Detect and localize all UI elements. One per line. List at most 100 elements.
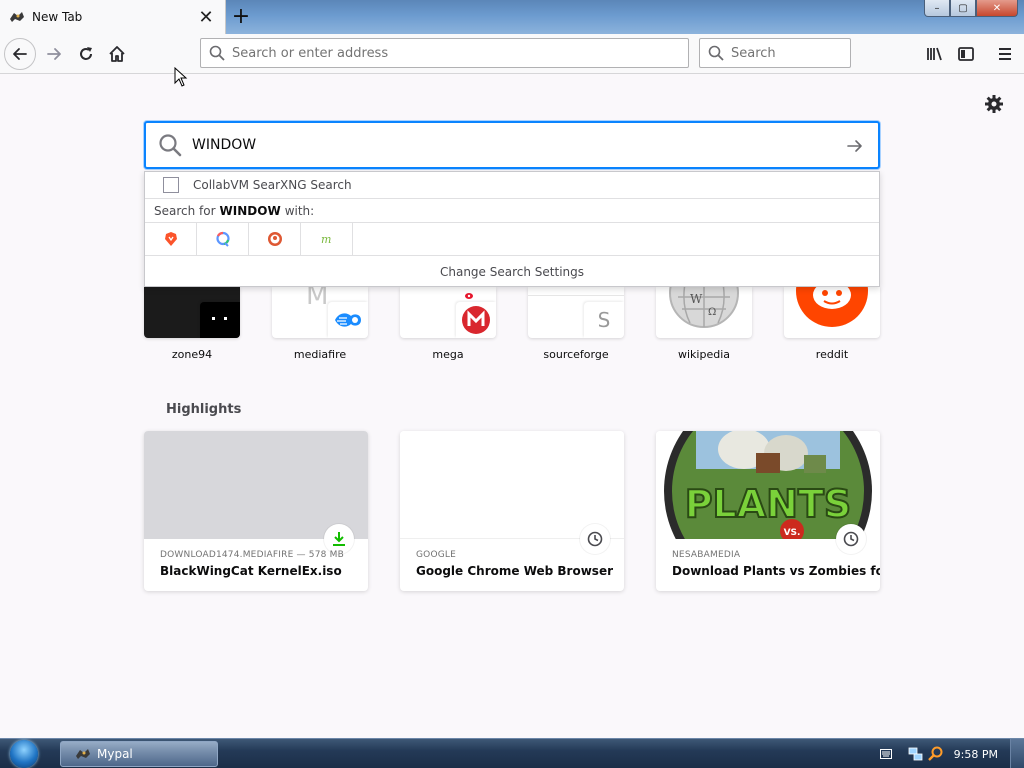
card-image bbox=[144, 431, 368, 539]
newtab-search-box[interactable] bbox=[144, 121, 880, 169]
search-icon bbox=[209, 45, 225, 61]
windows-logo-icon bbox=[10, 740, 38, 768]
suggestion-row[interactable]: CollabVM SearXNG Search bbox=[145, 172, 879, 199]
top-site-label: mega bbox=[432, 348, 464, 361]
network-icon[interactable] bbox=[908, 746, 924, 762]
clock-icon bbox=[580, 524, 610, 554]
taskbar-item-label: Mypal bbox=[97, 747, 133, 761]
top-site-tile bbox=[784, 287, 880, 338]
sourceforge-icon: S bbox=[584, 302, 624, 338]
pvz-logo-text: PLANTS bbox=[685, 482, 852, 526]
library-button[interactable] bbox=[920, 40, 948, 68]
hamburger-menu-icon bbox=[999, 48, 1011, 60]
arrow-left-icon bbox=[13, 48, 27, 60]
top-site-tile: W Ω bbox=[656, 287, 752, 338]
engine-brave[interactable] bbox=[145, 222, 197, 256]
close-window-button[interactable]: ✕ bbox=[976, 0, 1018, 17]
mega-icon bbox=[456, 302, 496, 338]
mediafire-icon bbox=[328, 302, 368, 338]
top-site-mediafire[interactable]: M mediafire bbox=[272, 287, 368, 361]
card-image: PLANTS VS. bbox=[656, 431, 880, 539]
card-source: NESABAMEDIA bbox=[672, 550, 741, 560]
card-title: BlackWingCat KernelEx.iso bbox=[160, 564, 342, 578]
top-site-tile: M bbox=[272, 287, 368, 338]
highlight-card[interactable]: PLANTS VS. NESABAMEDIA Download Plants v… bbox=[656, 431, 880, 591]
qwant-icon bbox=[215, 231, 230, 247]
clock-icon bbox=[836, 524, 866, 554]
change-search-settings[interactable]: Change Search Settings bbox=[145, 256, 879, 287]
new-tab-button[interactable]: + bbox=[228, 3, 254, 29]
url-bar[interactable]: Search or enter address bbox=[200, 38, 689, 68]
system-tray: 9:58 PM bbox=[879, 739, 1024, 768]
keyboard-icon[interactable] bbox=[879, 749, 892, 759]
sidebar-button[interactable] bbox=[952, 40, 980, 68]
taskbar-clock[interactable]: 9:58 PM bbox=[954, 748, 998, 761]
maximize-button[interactable]: ▢ bbox=[950, 0, 976, 17]
start-button[interactable] bbox=[6, 740, 42, 768]
gear-icon[interactable] bbox=[984, 94, 1004, 114]
card-source: GOOGLE bbox=[416, 550, 457, 560]
search-suggestions-dropdown: CollabVM SearXNG Search Search for WINDO… bbox=[144, 171, 880, 287]
mypal-icon bbox=[76, 749, 90, 759]
top-site-zone94[interactable]: zone94 bbox=[144, 287, 240, 361]
top-site-mega[interactable]: mega bbox=[400, 287, 496, 361]
svg-text:Ω: Ω bbox=[708, 307, 716, 318]
pvz-vs-text: VS. bbox=[784, 528, 801, 538]
search-icon[interactable] bbox=[927, 746, 944, 762]
top-site-label: zone94 bbox=[171, 348, 213, 361]
top-site-label: sourceforge bbox=[543, 348, 609, 361]
duckduckgo-icon bbox=[267, 232, 282, 246]
top-site-wikipedia[interactable]: W Ω wikipedia bbox=[656, 287, 752, 361]
top-site-tile bbox=[400, 287, 496, 338]
search-for-prefix: Search for bbox=[154, 203, 216, 218]
tile-letter: S bbox=[597, 308, 611, 332]
home-button[interactable] bbox=[103, 40, 131, 68]
library-icon bbox=[927, 47, 942, 61]
search-icon bbox=[159, 134, 182, 157]
tab-new-tab[interactable]: New Tab ✕ bbox=[0, 0, 226, 34]
top-site-label: wikipedia bbox=[677, 348, 730, 361]
mojeek-icon: m bbox=[321, 233, 331, 246]
highlight-card[interactable]: DOWNLOAD1474.MEDIAFIRE — 578 MB BlackWin… bbox=[144, 431, 368, 591]
search-for-suffix: with: bbox=[284, 203, 315, 218]
sidebar-icon bbox=[958, 47, 974, 61]
taskbar-item-mypal[interactable]: Mypal bbox=[60, 741, 218, 767]
forward-button[interactable] bbox=[40, 40, 68, 68]
window-controls: – ▢ ✕ bbox=[924, 0, 1018, 17]
home-icon bbox=[109, 46, 125, 62]
newtab-search-input[interactable] bbox=[192, 137, 792, 153]
highlights-heading: Highlights bbox=[166, 402, 242, 417]
search-bar[interactable]: Search bbox=[699, 38, 851, 68]
engine-mojeek[interactable]: m bbox=[301, 222, 353, 256]
search-for-header: Search for WINDOW with: bbox=[145, 199, 879, 223]
tab-title: New Tab bbox=[32, 10, 83, 24]
top-site-reddit[interactable]: reddit bbox=[784, 287, 880, 361]
reload-icon bbox=[80, 47, 92, 60]
back-button[interactable] bbox=[4, 38, 36, 70]
zone94-icon bbox=[200, 302, 240, 338]
arrow-right-icon bbox=[47, 48, 61, 60]
tab-strip: New Tab ✕ + – ▢ ✕ bbox=[0, 0, 1024, 34]
engine-duckduckgo[interactable] bbox=[249, 222, 301, 256]
search-engine-list: m bbox=[145, 222, 879, 256]
arrow-right-icon[interactable] bbox=[846, 137, 864, 155]
engine-qwant[interactable] bbox=[197, 222, 249, 256]
brave-icon bbox=[164, 232, 177, 246]
checkbox[interactable] bbox=[163, 177, 179, 193]
card-title: Google Chrome Web Browser bbox=[416, 564, 613, 578]
suggestion-label: CollabVM SearXNG Search bbox=[193, 178, 352, 192]
reddit-icon bbox=[796, 287, 868, 327]
nav-toolbar: Search or enter address Search bbox=[0, 34, 1024, 74]
highlight-card[interactable]: GOOGLE Google Chrome Web Browser bbox=[400, 431, 624, 591]
search-icon bbox=[708, 45, 724, 61]
wikipedia-globe-icon: W Ω bbox=[669, 287, 739, 328]
show-desktop-button[interactable] bbox=[1010, 739, 1024, 768]
mypal-favicon-icon bbox=[9, 10, 25, 24]
minimize-button[interactable]: – bbox=[924, 0, 950, 17]
menu-button[interactable] bbox=[991, 40, 1019, 68]
tab-close-icon[interactable]: ✕ bbox=[193, 4, 219, 30]
plants-vs-zombies-image: PLANTS VS. bbox=[664, 431, 872, 539]
top-site-sourceforge[interactable]: S sourceforge bbox=[528, 287, 624, 361]
svg-text:W: W bbox=[690, 292, 703, 306]
reload-button[interactable] bbox=[72, 40, 100, 68]
